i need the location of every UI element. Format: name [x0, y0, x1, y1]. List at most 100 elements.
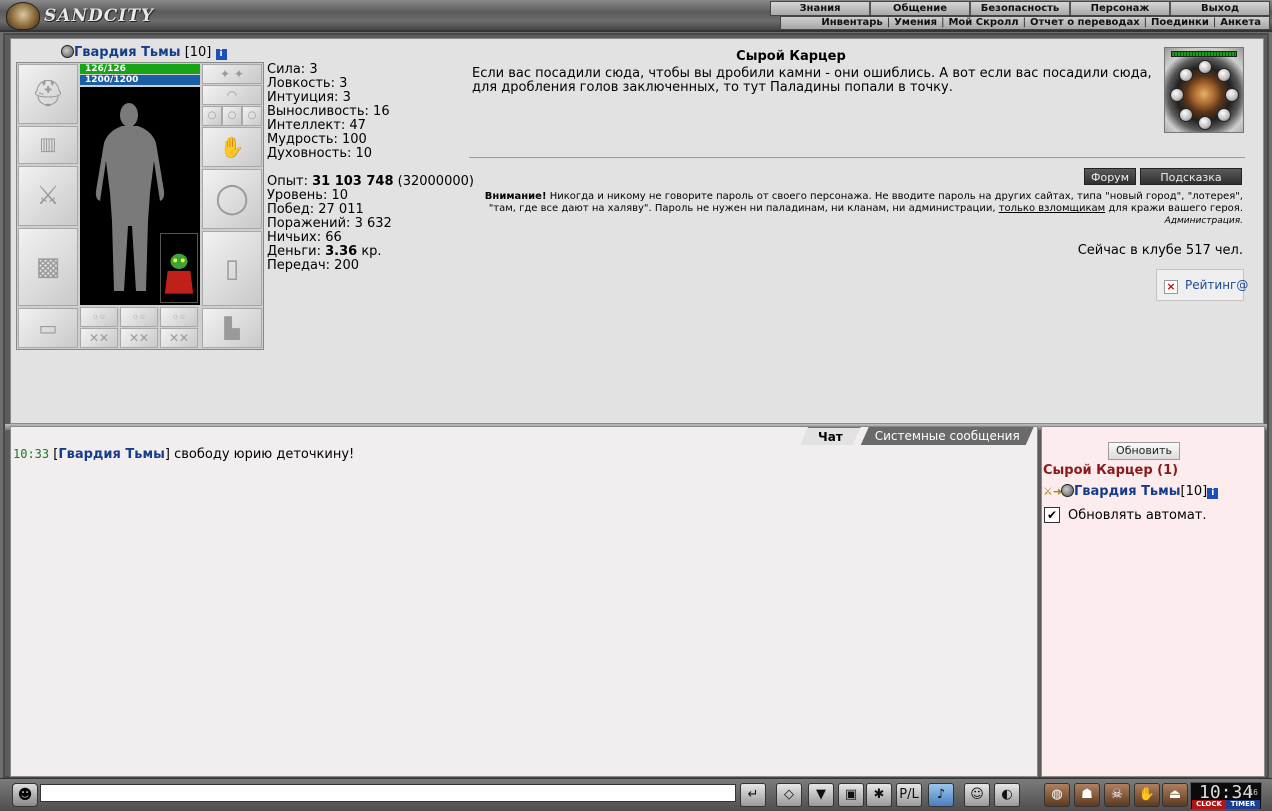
ring-slot-c[interactable]: ○	[242, 106, 262, 126]
menu-exit[interactable]: Выход	[1171, 2, 1269, 15]
top-bar: SANDCITY Знания Общение Безопасность Пер…	[0, 0, 1272, 32]
map-nav-northwest-icon[interactable]	[1179, 68, 1193, 82]
dance-icon[interactable]: ✱	[866, 783, 892, 807]
location-title: Сырой Карцер	[736, 49, 846, 64]
ring-slot-3[interactable]: ◦◦	[160, 307, 198, 327]
stat-agility: Ловкость: 3	[267, 76, 348, 91]
info-icon[interactable]: i	[215, 49, 227, 60]
divider	[469, 157, 1245, 158]
bag-icon[interactable]: ◍	[1044, 783, 1070, 807]
chat-mode-icon[interactable]: ☻	[12, 783, 38, 807]
location-map[interactable]	[1164, 47, 1244, 133]
ring-icon: ◦◦	[171, 310, 187, 324]
orc-icon[interactable]: ☠	[1104, 783, 1130, 807]
hint-button[interactable]: Подсказка	[1140, 168, 1242, 185]
chat-panel: Чат Системные сообщения 10:33 [Гвардия Т…	[10, 426, 1038, 777]
clock-button[interactable]: CLOCK	[1192, 800, 1226, 809]
helmet-icon[interactable]: ☗	[1074, 783, 1100, 807]
scroll-slot-1[interactable]: ✕✕	[80, 328, 118, 348]
city-emblem-icon	[6, 2, 40, 30]
map-refresh-icon[interactable]	[1225, 88, 1239, 102]
map-nav-south-icon[interactable]	[1198, 116, 1212, 130]
map-progress-bar	[1171, 51, 1237, 57]
battle-swords-icon[interactable]: ⚔➜	[1043, 486, 1062, 498]
weapon-slot[interactable]: ⚔	[18, 166, 78, 226]
amulet-icon: ◠	[226, 88, 238, 102]
map-nav-north-icon[interactable]	[1198, 60, 1212, 74]
submenu-profile[interactable]: Анкета	[1216, 17, 1265, 29]
tab-system-messages[interactable]: Системные сообщения	[861, 427, 1034, 445]
boots-slot[interactable]: ▙	[202, 308, 262, 348]
translit-icon[interactable]: P/L	[896, 783, 922, 807]
map-nav-southeast-icon[interactable]	[1217, 108, 1231, 122]
security-warning: Внимание! Никогда и никому не говорите п…	[481, 191, 1243, 227]
sound-icon[interactable]: ◐	[994, 783, 1020, 807]
crackers-link[interactable]: только взломщикам	[999, 203, 1105, 214]
scroll-slot-2[interactable]: ✕✕	[120, 328, 158, 348]
submenu-transfer-report[interactable]: Отчет о переводах	[1026, 17, 1144, 29]
ring-slot-2[interactable]: ◦◦	[120, 307, 158, 327]
earrings-slot[interactable]: ✦ ✦	[202, 64, 262, 84]
main-frame: Гвардия Тьмы [10] i ⛑ ▥ ⚔ ▩ ▭ 126/126 12…	[3, 33, 1269, 778]
person-name[interactable]: Гвардия Тьмы	[1074, 484, 1181, 499]
submenu-duels[interactable]: Поединки	[1147, 17, 1213, 29]
hand-icon[interactable]: ✋	[1134, 783, 1160, 807]
info-icon[interactable]: i	[1207, 488, 1219, 499]
shield-slot[interactable]: ◯	[202, 169, 262, 229]
exit-icon[interactable]: ⏏	[1162, 783, 1188, 807]
main-menu: Знания Общение Безопасность Персонаж Вых…	[770, 1, 1270, 16]
gloves-slot[interactable]: ✋	[202, 127, 262, 167]
greaves-icon: ▯	[224, 253, 240, 284]
armor-slot[interactable]: ▩	[18, 228, 78, 306]
send-icon[interactable]: ↵	[740, 783, 766, 807]
map-nav-northeast-icon[interactable]	[1217, 68, 1231, 82]
scroll-icon: ✕✕	[88, 331, 110, 345]
ring-icon: ○	[207, 110, 217, 121]
forum-button[interactable]: Форум	[1084, 168, 1136, 185]
submenu-my-scroll[interactable]: Мой Скролл	[944, 17, 1022, 29]
message-time[interactable]: 10:33	[13, 447, 49, 461]
legs-slot[interactable]: ▯	[202, 231, 262, 306]
auto-refresh-checkbox[interactable]: ✔	[1044, 507, 1060, 523]
music-icon[interactable]: ♪	[928, 783, 954, 807]
menu-character[interactable]: Персонаж	[1071, 2, 1171, 15]
room-panel: Обновить Сырой Карцер (1) ⚔➜ Гвардия Тьмы…	[1041, 426, 1265, 777]
map-nav-west-icon[interactable]	[1170, 88, 1184, 102]
refresh-button[interactable]: Обновить	[1108, 442, 1180, 460]
submenu-inventory[interactable]: Инвентарь	[817, 17, 886, 29]
menu-security[interactable]: Безопасность	[971, 2, 1071, 15]
submenu-skills[interactable]: Умения	[890, 17, 941, 29]
pet-slot[interactable]	[160, 233, 198, 303]
guild-emblem-icon	[1061, 484, 1074, 497]
sword-icon: ⚔	[36, 181, 60, 211]
helmet-slot[interactable]: ⛑	[18, 64, 78, 124]
ring-slot-a[interactable]: ○	[202, 106, 222, 126]
message-author[interactable]: Гвардия Тьмы	[58, 447, 165, 462]
tab-chat[interactable]: Чат	[800, 427, 861, 445]
menu-knowledge[interactable]: Знания	[771, 2, 871, 15]
chat-input[interactable]	[40, 784, 736, 802]
broken-image-icon: ×	[1164, 280, 1178, 294]
logo-text: SANDCITY	[44, 6, 155, 26]
save-icon[interactable]: ▣	[838, 783, 864, 807]
guild-emblem-icon	[61, 45, 74, 58]
amulet-slot[interactable]: ◠	[202, 85, 262, 105]
ring-slot-b[interactable]: ○	[222, 106, 242, 126]
ring-slot-1[interactable]: ◦◦	[80, 307, 118, 327]
eraser-icon[interactable]: ◇	[776, 783, 802, 807]
stat-money: Деньги: 3.36 кр.	[267, 244, 382, 259]
rating-widget[interactable]: × Рейтинг@	[1156, 269, 1248, 301]
menu-communication[interactable]: Общение	[871, 2, 971, 15]
map-nav-southwest-icon[interactable]	[1179, 108, 1193, 122]
scroll-slot-3[interactable]: ✕✕	[160, 328, 198, 348]
belt-slot[interactable]: ▭	[18, 308, 78, 348]
character-name[interactable]: Гвардия Тьмы	[74, 45, 181, 60]
filter-icon[interactable]: ▼	[808, 783, 834, 807]
person-level: [10]	[1180, 484, 1208, 499]
bracers-slot[interactable]: ▥	[18, 126, 78, 164]
smile-icon[interactable]: ☺	[964, 783, 990, 807]
auto-refresh: ✔ Обновлять автомат.	[1044, 507, 1207, 523]
ring-icon: ◦◦	[91, 310, 107, 324]
timer-button[interactable]: TIMER	[1226, 800, 1260, 809]
helmet-icon: ⛑	[31, 79, 65, 109]
